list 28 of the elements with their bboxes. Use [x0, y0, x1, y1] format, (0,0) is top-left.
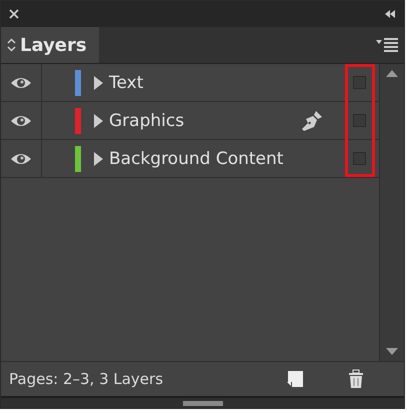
collapsed-triangle-icon[interactable] — [93, 152, 103, 166]
lock-toggle[interactable] — [353, 114, 366, 127]
scroll-up-icon[interactable] — [386, 70, 398, 77]
lock-toggle[interactable] — [353, 76, 366, 89]
layer-name: Text — [109, 72, 144, 92]
layers-tab[interactable]: Layers — [1, 27, 99, 63]
new-layer-icon[interactable] — [286, 370, 304, 388]
panel-menu-icon[interactable] — [376, 37, 398, 53]
status-text: Pages: 2–3, 3 Layers — [9, 370, 164, 388]
pen-nib-icon — [301, 110, 323, 132]
lock-toggle[interactable] — [353, 152, 366, 165]
close-icon[interactable] — [9, 9, 19, 19]
scroll-down-icon[interactable] — [386, 348, 398, 355]
layer-row[interactable]: Text — [1, 64, 379, 102]
resize-grip-icon[interactable] — [182, 400, 222, 406]
eye-icon[interactable] — [10, 114, 32, 128]
trash-icon[interactable] — [346, 369, 366, 389]
eye-icon[interactable] — [10, 152, 32, 166]
layer-name: Graphics — [109, 110, 186, 130]
scrollbar[interactable] — [379, 64, 404, 361]
collapsed-triangle-icon[interactable] — [93, 114, 103, 128]
layer-row[interactable]: Graphics — [1, 102, 379, 140]
updown-icon — [7, 38, 16, 52]
collapsed-triangle-icon[interactable] — [93, 76, 103, 90]
eye-icon[interactable] — [10, 76, 32, 90]
layer-name: Background Content — [109, 148, 284, 168]
collapse-icon[interactable] — [384, 10, 396, 18]
layer-row[interactable]: Background Content — [1, 140, 379, 178]
